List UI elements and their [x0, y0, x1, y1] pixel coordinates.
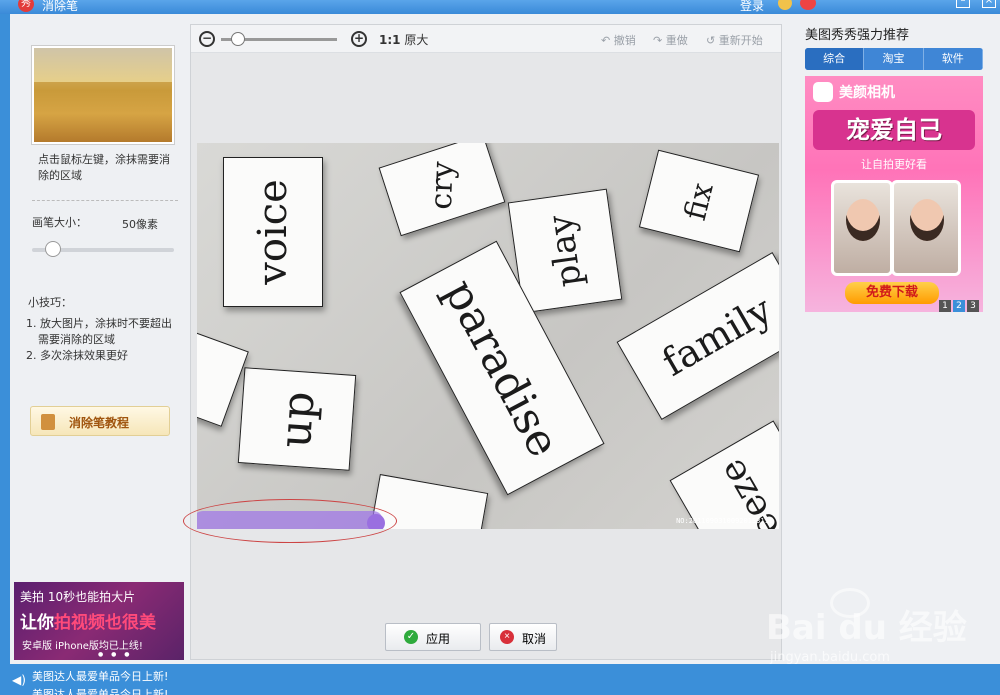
book-icon [41, 414, 55, 430]
word-card: up [237, 367, 357, 471]
phone-image [831, 180, 893, 276]
word-card: voice [223, 157, 323, 307]
check-icon: ✓ [404, 630, 418, 644]
close-button[interactable]: × [982, 0, 996, 8]
word-card: cry [378, 143, 506, 237]
editor-panel: − + 1:1 原大 ↶ 撤销 ↷ 重做 ↺ 重新开始 voice cry pl… [183, 24, 782, 660]
tab-general[interactable]: 综合 [805, 48, 865, 70]
beautycam-ad[interactable]: 美颜相机 宠爱自己 让自拍更好看 免费下载 1 2 3 [805, 76, 983, 312]
login-link[interactable]: 登录 [740, 0, 764, 14]
app-logo-icon: 秀 [18, 0, 34, 12]
brush-size-slider-handle[interactable] [44, 241, 61, 257]
image-canvas[interactable]: voice cry play fix paradise family up ee… [197, 143, 779, 529]
ad-subtitle: 让自拍更好看 [861, 158, 927, 171]
highlight-ellipse [183, 499, 397, 543]
ad-pager: 1 2 3 [939, 300, 979, 312]
ad-line-1: 美拍 10秒也能拍大片 [20, 590, 136, 604]
meipai-ad-banner[interactable]: 美拍 10秒也能拍大片 让你拍视频也很美 安卓版 iPhone版均已上线! ● … [14, 582, 184, 660]
title-bar: 秀 消除笔 登录 – × [0, 0, 1000, 14]
minimize-button[interactable]: – [956, 0, 970, 8]
ad-page-3[interactable]: 3 [967, 300, 979, 312]
word-card: family [616, 252, 779, 420]
tip-item: 1. 放大图片，涂抹时不要超出需要消除的区域 [26, 317, 172, 346]
eraser-tutorial-label: 消除笔教程 [69, 416, 130, 430]
redo-button[interactable]: ↷ 重做 [653, 32, 688, 48]
word-card: eeze [669, 420, 779, 529]
tab-taobao[interactable]: 淘宝 [864, 48, 924, 70]
preview-thumbnail [32, 46, 174, 144]
ad-line-2: 让你拍视频也很美 [20, 613, 156, 633]
divider [32, 200, 178, 201]
brush-size-label: 画笔大小： [32, 216, 87, 229]
zoom-out-icon[interactable]: − [199, 31, 215, 47]
ad-line-3: 安卓版 iPhone版均已上线! [22, 641, 143, 652]
eraser-tutorial-button[interactable]: 消除笔教程 [30, 406, 170, 436]
ad-brand: 美颜相机 [839, 85, 895, 101]
word-card: fix [638, 149, 760, 253]
recommend-tabs: 综合 淘宝 软件 [805, 48, 983, 70]
window-title: 消除笔 [42, 0, 79, 13]
ad-slogan: 宠爱自己 [813, 110, 975, 150]
news-ticker[interactable]: 美图达人最爱单品今日上新! 美图达人最爱单品今日上新! [32, 668, 168, 695]
status-bar: ◀) 美图达人最爱单品今日上新! 美图达人最爱单品今日上新! [0, 664, 1000, 695]
editor-toolbar: − + 1:1 原大 ↶ 撤销 ↷ 重做 ↺ 重新开始 [191, 25, 781, 53]
speaker-icon[interactable]: ◀) [12, 673, 26, 687]
carousel-dots[interactable]: ● ● ● [98, 651, 133, 658]
cancel-x-icon: × [500, 630, 514, 644]
tips-list: 1. 放大图片，涂抹时不要超出需要消除的区域 2. 多次涂抹效果更好 [26, 316, 176, 364]
recommend-title: 美图秀秀强力推荐 [805, 28, 910, 43]
ad-page-1[interactable]: 1 [939, 300, 951, 312]
phone-image [891, 180, 961, 276]
zoom-slider-handle[interactable] [231, 32, 245, 46]
baidu-watermark-url: jingyan.baidu.com [770, 650, 890, 665]
undo-button[interactable]: ↶ 撤销 [601, 32, 636, 48]
ad-page-2[interactable]: 2 [953, 300, 965, 312]
erase-hint-text: 点击鼠标左键，涂抹需要消除的区域 [38, 153, 170, 182]
tips-title: 小技巧： [28, 296, 72, 309]
user-avatar-icon[interactable] [778, 0, 792, 10]
actual-size-button[interactable]: 1:1 原大 [379, 31, 428, 48]
tip-item: 2. 多次涂抹效果更好 [26, 349, 128, 362]
apply-button[interactable]: ✓ 应用 [385, 623, 481, 651]
brush-size-value: 50像素 [122, 218, 158, 231]
weibo-icon[interactable] [800, 0, 816, 10]
cancel-button[interactable]: × 取消 [489, 623, 557, 651]
restart-button[interactable]: ↺ 重新开始 [706, 32, 763, 48]
zoom-in-icon[interactable]: + [351, 31, 367, 47]
baidu-watermark: Bai du 经验 [766, 608, 967, 648]
free-download-button[interactable]: 免费下载 [845, 282, 939, 304]
beautycam-logo-icon [813, 82, 833, 102]
main-window: 点击鼠标左键，涂抹需要消除的区域 画笔大小： 50像素 小技巧： 1. 放大图片… [10, 14, 1000, 676]
tab-software[interactable]: 软件 [924, 48, 983, 70]
image-id-text: NO:20110903100920153111 [676, 517, 773, 525]
